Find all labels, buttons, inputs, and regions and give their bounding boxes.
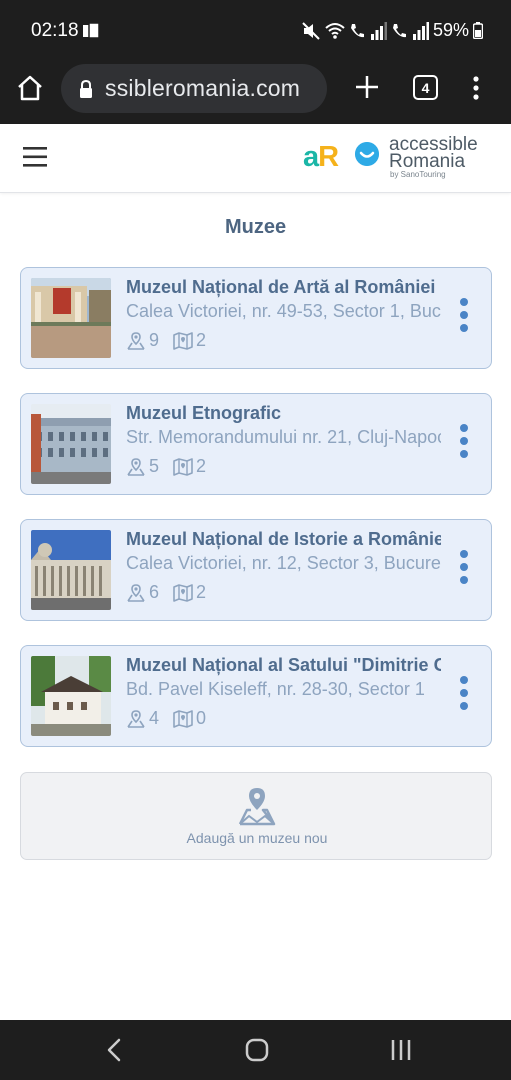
volte-call-icon (350, 23, 364, 37)
locations-count: 9 (149, 330, 160, 350)
recent-apps-icon[interactable] (389, 1038, 413, 1062)
system-nav-bar (0, 1020, 511, 1080)
logo-mark: aR (303, 141, 339, 173)
museum-title[interactable]: Muzeul Național al Satului "Dimitrie Gus… (126, 655, 441, 676)
logo-text-byline: by SanoTouring (390, 170, 446, 179)
museum-card[interactable]: Muzeul Național de Istorie a României Ca… (20, 519, 492, 621)
museum-card[interactable]: Muzeul Național al Satului "Dimitrie Gus… (20, 645, 492, 747)
wifi-icon (325, 22, 345, 39)
maps-count: 0 (196, 708, 207, 728)
museum-address: Bd. Pavel Kiseleff, nr. 28-30, Sector 1 (126, 679, 425, 699)
museum-stats: 6 2 (126, 582, 220, 603)
locations-count: 5 (149, 456, 160, 476)
home-nav-icon[interactable] (245, 1038, 269, 1062)
back-icon[interactable] (105, 1038, 123, 1062)
museum-title[interactable]: Muzeul Național de Istorie a României (126, 529, 441, 550)
museum-stats: 5 2 (126, 456, 220, 477)
add-museum-label[interactable]: Adaugă un muzeu nou (21, 830, 493, 846)
location-pin-icon (127, 709, 145, 728)
museum-address: Str. Memorandumului nr. 21, Cluj-Napoca (126, 427, 441, 447)
museum-thumbnail (31, 278, 111, 358)
locations-count: 6 (149, 582, 160, 602)
map-icon (173, 583, 193, 602)
museum-stats: 4 0 (126, 708, 220, 729)
tab-switcher-button[interactable]: 4 (413, 75, 438, 100)
museum-address: Calea Victoriei, nr. 49-53, Sector 1, Bu… (126, 301, 441, 321)
museum-thumbnail (31, 530, 111, 610)
hamburger-menu-icon[interactable] (23, 146, 47, 168)
museum-title[interactable]: Muzeul Național de Artă al României (126, 277, 441, 298)
signal-icon (412, 21, 429, 40)
status-icons: 59% (301, 20, 483, 41)
museum-card[interactable]: Muzeul Etnografic Str. Memorandumului nr… (20, 393, 492, 495)
more-options-icon[interactable] (457, 676, 471, 716)
museum-thumbnail (31, 404, 111, 484)
battery-icon (473, 22, 483, 39)
lock-icon (80, 79, 92, 98)
locations-count: 4 (149, 708, 160, 728)
map-icon (173, 457, 193, 476)
address-bar[interactable]: ssibleromania.com (61, 64, 327, 113)
new-tab-icon[interactable] (354, 74, 380, 100)
battery-percent: 59% (432, 20, 469, 40)
signal-icon (370, 21, 387, 40)
museum-address: Calea Victoriei, nr. 12, Sector 3, Bucur… (126, 553, 441, 573)
maps-count: 2 (196, 330, 207, 350)
museum-card[interactable]: Muzeul Național de Artă al României Cale… (20, 267, 492, 369)
sim-card-icon (83, 23, 99, 39)
add-museum-button[interactable]: Adaugă un muzeu nou (20, 772, 492, 860)
smiley-face-icon (355, 142, 379, 166)
more-options-icon[interactable] (457, 298, 471, 338)
page-title: Muzee (224, 216, 287, 238)
location-pin-icon (127, 583, 145, 602)
map-icon (173, 709, 193, 728)
more-options-icon[interactable] (457, 550, 471, 590)
maps-count: 2 (196, 582, 207, 602)
museum-thumbnail (31, 656, 111, 736)
map-icon (173, 331, 193, 350)
status-time: 02:18 (31, 20, 79, 41)
museum-title[interactable]: Muzeul Etnografic (126, 403, 441, 424)
maps-count: 2 (196, 456, 207, 476)
overflow-menu-icon[interactable] (466, 75, 486, 101)
browser-toolbar: ssibleromania.com 4 (0, 62, 511, 124)
status-bar: 02:18 59% (0, 0, 511, 62)
home-icon[interactable] (16, 74, 44, 102)
url-text[interactable]: ssibleromania.com (105, 75, 300, 102)
accessible-romania-logo[interactable]: aR accessible Romania by SanoTouring (303, 135, 493, 181)
location-pin-icon (127, 331, 145, 350)
mute-icon (302, 21, 320, 40)
volte-call-icon (392, 23, 406, 37)
more-options-icon[interactable] (457, 424, 471, 464)
add-location-icon (238, 788, 276, 826)
site-header: aR accessible Romania by SanoTouring (0, 124, 511, 193)
museum-stats: 9 2 (126, 330, 220, 351)
location-pin-icon (127, 457, 145, 476)
logo-text-romania: Romania (389, 151, 466, 172)
